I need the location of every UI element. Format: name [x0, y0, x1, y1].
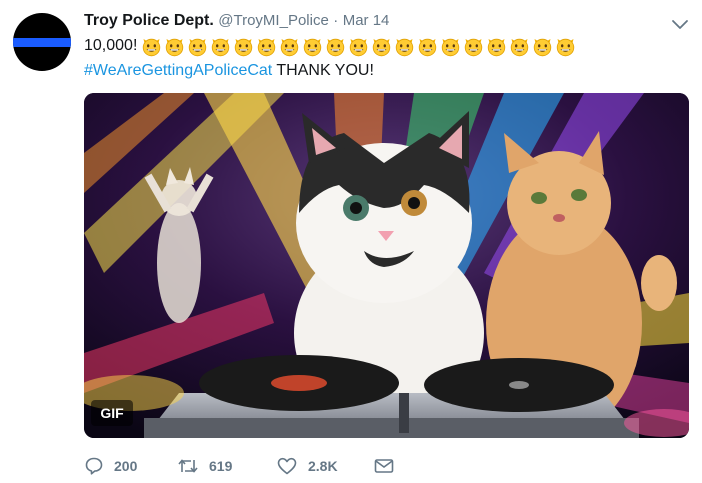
grinning-cat-face-icon [440, 36, 461, 57]
gif-badge: GIF [91, 400, 133, 426]
reply-button[interactable]: 200 [84, 456, 137, 476]
reply-icon [85, 457, 103, 475]
grinning-cat-face-icon [233, 36, 254, 57]
grinning-cat-face-icon [256, 36, 277, 57]
tweet-text-count: 10,000! [84, 37, 138, 54]
avatar[interactable] [13, 13, 71, 71]
tweet-card[interactable]: Troy Police Dept. @TroyMI_Police · Mar 1… [0, 0, 702, 483]
grinning-cat-face-icon [302, 36, 323, 57]
tweet-date[interactable]: Mar 14 [343, 12, 390, 29]
retweet-count: 619 [209, 458, 233, 474]
separator-dot: · [333, 12, 339, 29]
grinning-cat-face-icon [187, 36, 208, 57]
grinning-cat-face-icon [509, 36, 530, 57]
like-count: 2.8K [308, 458, 338, 474]
grinning-cat-face-icon [164, 36, 185, 57]
thin-blue-line-stripe [13, 38, 71, 47]
grinning-cat-face-icon [417, 36, 438, 57]
like-button[interactable]: 2.8K [276, 456, 338, 476]
emoji-row [141, 36, 578, 57]
grinning-cat-face-icon [486, 36, 507, 57]
grinning-cat-face-icon [141, 36, 162, 57]
grinning-cat-face-icon [463, 36, 484, 57]
envelope-icon [374, 459, 394, 473]
grinning-cat-face-icon [555, 36, 576, 57]
grinning-cat-face-icon [371, 36, 392, 57]
direct-message-button[interactable] [373, 456, 395, 476]
author-name[interactable]: Troy Police Dept. [84, 12, 214, 29]
author-handle[interactable]: @TroyMI_Police [218, 12, 329, 29]
retweet-icon [178, 459, 198, 473]
grinning-cat-face-icon [210, 36, 231, 57]
heart-icon [277, 457, 297, 475]
hashtag-link[interactable]: #WeAreGettingAPoliceCat [84, 62, 272, 79]
chevron-down-icon[interactable] [668, 12, 692, 36]
tweet-text-line-1: 10,000! [84, 34, 578, 58]
tweet-text-thanks: THANK YOU! [276, 62, 374, 79]
grinning-cat-face-icon [279, 36, 300, 57]
grinning-cat-face-icon [348, 36, 369, 57]
reply-count: 200 [114, 458, 138, 474]
grinning-cat-face-icon [394, 36, 415, 57]
dj-cat-gif [84, 93, 689, 438]
grinning-cat-face-icon [325, 36, 346, 57]
tweet-text-line-2: #WeAreGettingAPoliceCat THANK YOU! [84, 60, 374, 82]
tweet-header: Troy Police Dept. @TroyMI_Police · Mar 1… [84, 11, 389, 31]
grinning-cat-face-icon [532, 36, 553, 57]
gif-media[interactable] [84, 93, 689, 438]
retweet-button[interactable]: 619 [177, 456, 232, 476]
